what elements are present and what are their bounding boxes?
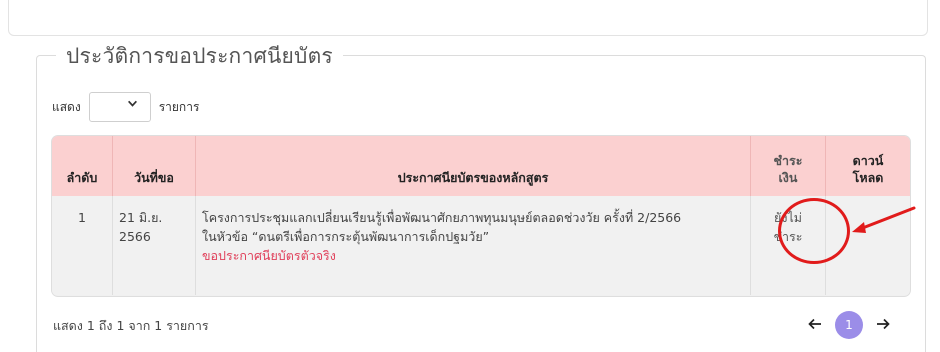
page-button-current[interactable]: 1 <box>835 311 863 339</box>
payment-header-line2: เงิน <box>778 170 798 185</box>
arrow-right-icon[interactable] <box>868 315 898 335</box>
length-suffix: รายการ <box>158 99 200 114</box>
page-length-select[interactable] <box>88 92 151 122</box>
row-date: 21 มิ.ย. 2566 <box>112 196 196 295</box>
annotation-circle <box>778 198 850 264</box>
pagination: 1 <box>800 310 898 340</box>
section-title: ประวัติการขอประกาศนียบัตร <box>56 40 343 73</box>
col-header-index[interactable]: ลำดับ <box>52 136 113 196</box>
table-header-row: ลำดับ วันที่ขอ ประกาศนียบัตรของหลักสูตร … <box>52 136 910 196</box>
top-card <box>8 0 928 36</box>
course-title-line1: โครงการประชุมแลกเปลี่ยนเรียนรู้เพื่อพัฒน… <box>202 210 682 225</box>
arrow-left-icon[interactable] <box>800 315 830 335</box>
row-date-line1: 21 มิ.ย. <box>119 210 163 225</box>
annotation-arrow-icon <box>852 206 916 233</box>
row-index: 1 <box>52 196 113 295</box>
download-header-line1: ดาวน์ <box>852 153 884 168</box>
length-prefix: แสดง <box>52 99 81 114</box>
row-certificate: โครงการประชุมแลกเปลี่ยนเรียนรู้เพื่อพัฒน… <box>195 196 751 295</box>
table-info: แสดง 1 ถึง 1 จาก 1 รายการ <box>53 318 209 333</box>
col-header-date[interactable]: วันที่ขอ <box>112 136 196 196</box>
download-header-line2: โหลด <box>852 170 884 185</box>
course-title-line2: ในหัวข้อ “ดนตรีเพื่อการกระตุ้นพัฒนาการเด… <box>202 229 490 244</box>
chevron-down-icon <box>127 98 138 112</box>
payment-header-line1: ชำระ <box>773 153 803 168</box>
col-header-certificate[interactable]: ประกาศนียบัตรของหลักสูตร <box>195 136 751 196</box>
request-original-certificate-link[interactable]: ขอประกาศนียบัตรตัวจริง <box>202 248 336 263</box>
col-header-download[interactable]: ดาวน์ โหลด <box>826 136 911 196</box>
row-date-line2: 2566 <box>119 229 151 244</box>
length-control: แสดง รายการ <box>52 92 199 122</box>
col-header-payment[interactable]: ชำระ เงิน <box>750 136 826 196</box>
